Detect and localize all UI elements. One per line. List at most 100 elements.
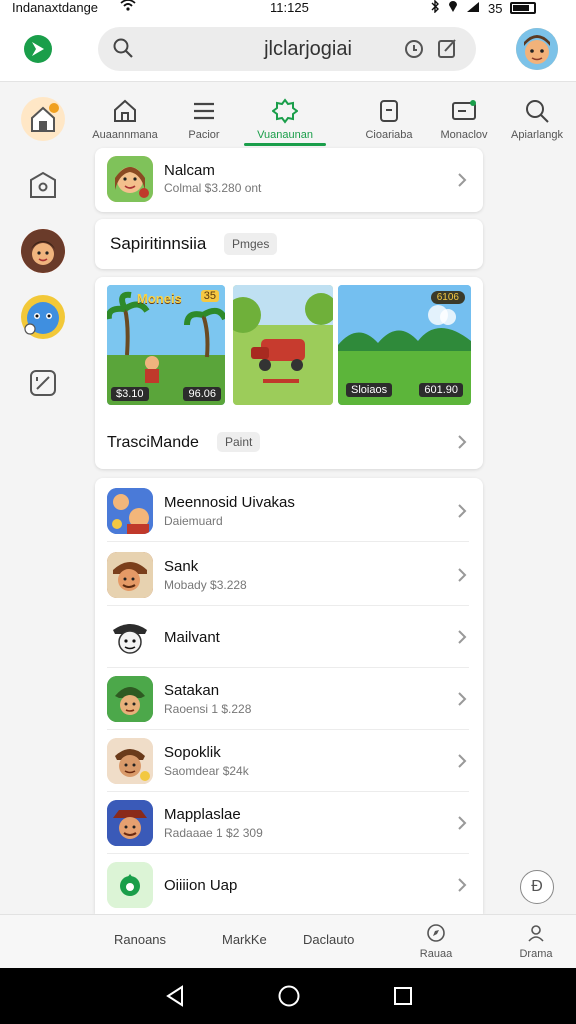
fab-glyph: Ð [531,878,543,895]
location-icon [448,0,458,16]
shot3-price-right: 601.90 [419,383,463,397]
bag-icon [30,171,56,198]
rail-avatar-button[interactable] [21,229,65,273]
person-icon [528,925,544,942]
featured-app-name: Nalcam [164,162,215,179]
list-item[interactable]: Mapplaslae Radaaae 1 $2 309 [95,792,483,854]
chevron-right-icon [458,504,467,518]
rail-store-button[interactable] [21,163,65,207]
search-icon [113,38,133,58]
gallery-shot-3[interactable]: 6106 Sloiaos 601.90 [338,285,471,405]
shot3-badge: 6106 [430,291,465,304]
featured-app-card[interactable]: Nalcam Colmal $3.280 ont [95,148,483,212]
search-bar[interactable] [98,27,476,71]
tab-featured[interactable]: Vuanaunan [240,92,330,148]
gallery-shot-1[interactable]: Moneis 35 $3.10 96.06 [107,285,225,405]
chevron-right-icon [458,878,467,892]
document-icon [380,100,398,122]
list-item[interactable]: Sopoklik Saomdear $24k [95,730,483,792]
battery-percent: 35 [488,0,503,16]
clock: 11:125 [270,0,309,15]
list-item[interactable]: Oiiiion Uap [95,854,483,916]
app-subtitle: Radaaae 1 $2 309 [164,826,263,840]
featured-app-icon [107,156,153,202]
rail-game-button[interactable] [21,295,65,339]
bottom-nav-label: Rauaa [419,948,453,960]
tab-search[interactable]: Apiarlangk [492,92,576,148]
app-icon [107,862,153,908]
gallery-shot-2[interactable] [233,285,333,405]
chevron-right-icon [458,630,467,644]
floating-action-button[interactable]: Ð [520,870,554,904]
recents-icon[interactable] [392,985,414,1007]
carrier-text: Indanaxtdange [12,0,99,15]
menu-icon [194,102,214,120]
shot1-title: Moneis [137,291,182,306]
app-name: Mailvant [164,629,220,646]
app-list-card: Meennosid Uivakas Daiemuard Sank Mobady … [95,478,483,914]
app-icon [107,676,153,722]
gallery-pill[interactable]: Paint [217,432,261,452]
section-title: Sapiritinnsiia [110,234,207,253]
signal-icon [466,1,480,16]
house-icon [31,103,59,132]
rail-home-button[interactable] [21,97,65,141]
bottom-nav-item-5[interactable]: Drama [512,923,560,967]
list-item[interactable]: Meennosid Uivakas Daiemuard [95,480,483,542]
back-icon[interactable] [164,984,186,1008]
list-item[interactable]: Mailvant [95,606,483,668]
system-nav-bar [0,968,576,1024]
shot3-price-left: Sloiaos [346,383,393,397]
profile-avatar[interactable] [516,28,558,70]
rail-edit-button[interactable] [21,361,65,405]
app-subtitle: Daiemuard [164,514,223,528]
app-icon [107,552,153,598]
inbox-icon [452,100,476,120]
tab-label: Apiarlangk [511,129,563,141]
search-icon [526,100,549,123]
shot1-badge: 35 [200,290,219,302]
app-icon [107,738,153,784]
tab-menu[interactable]: Pacior [159,92,249,148]
wifi-icon [120,0,136,14]
chevron-right-icon [458,173,467,187]
shot1-price-left: $3.10 [111,387,149,401]
app-name: Satakan [164,682,220,699]
app-subtitle: Raoensi 1 $.228 [164,702,252,716]
app-logo[interactable] [22,33,54,65]
battery-icon [510,2,537,14]
tab-home[interactable]: Auaannmana [80,92,170,148]
blob-character-icon [24,302,59,335]
app-name: Meennosid Uivakas [164,494,295,511]
app-name: Mapplaslae [164,806,241,823]
chevron-right-icon [458,568,467,582]
app-subtitle: Saomdear $24k [164,764,249,778]
gallery-card[interactable]: Moneis 35 $3.10 96.06 6106 Sloiaos 601.9… [95,277,483,469]
app-icon [107,488,153,534]
chevron-right-icon [458,816,467,830]
app-subtitle: Mobady $3.228 [164,578,247,592]
chevron-right-icon [458,754,467,768]
refresh-icon[interactable] [402,37,426,61]
section-header-card[interactable]: Sapiritinnsiia Pmges [95,219,483,269]
bottom-nav: Ranoans MarkKe Daclauto Rauaa Drama [0,914,576,968]
tab-label: Pacior [188,129,220,141]
app-header [0,16,576,82]
app-icon [107,614,153,660]
shot1-price-right: 96.06 [183,387,221,401]
list-item[interactable]: Sank Mobady $3.228 [95,544,483,606]
app-icon [107,800,153,846]
category-tabs: Auaannmana Pacior Vuanaunan Cioariaba Mo… [92,92,576,148]
edit-square-icon [30,370,56,396]
bottom-nav-label: Drama [519,948,553,960]
character-avatar-icon [21,229,65,273]
app-name: Sank [164,558,199,575]
list-item[interactable]: Satakan Raoensi 1 $.228 [95,668,483,730]
edit-icon[interactable] [436,37,460,61]
home-circle-icon[interactable] [277,984,301,1008]
featured-app-subtitle: Colmal $3.280 ont [164,181,262,195]
gallery-title: TrasciMande [107,434,199,451]
bottom-nav-item-4[interactable]: Rauaa [412,923,460,967]
search-input[interactable] [218,35,398,63]
section-pill[interactable]: Pmges [224,233,278,255]
